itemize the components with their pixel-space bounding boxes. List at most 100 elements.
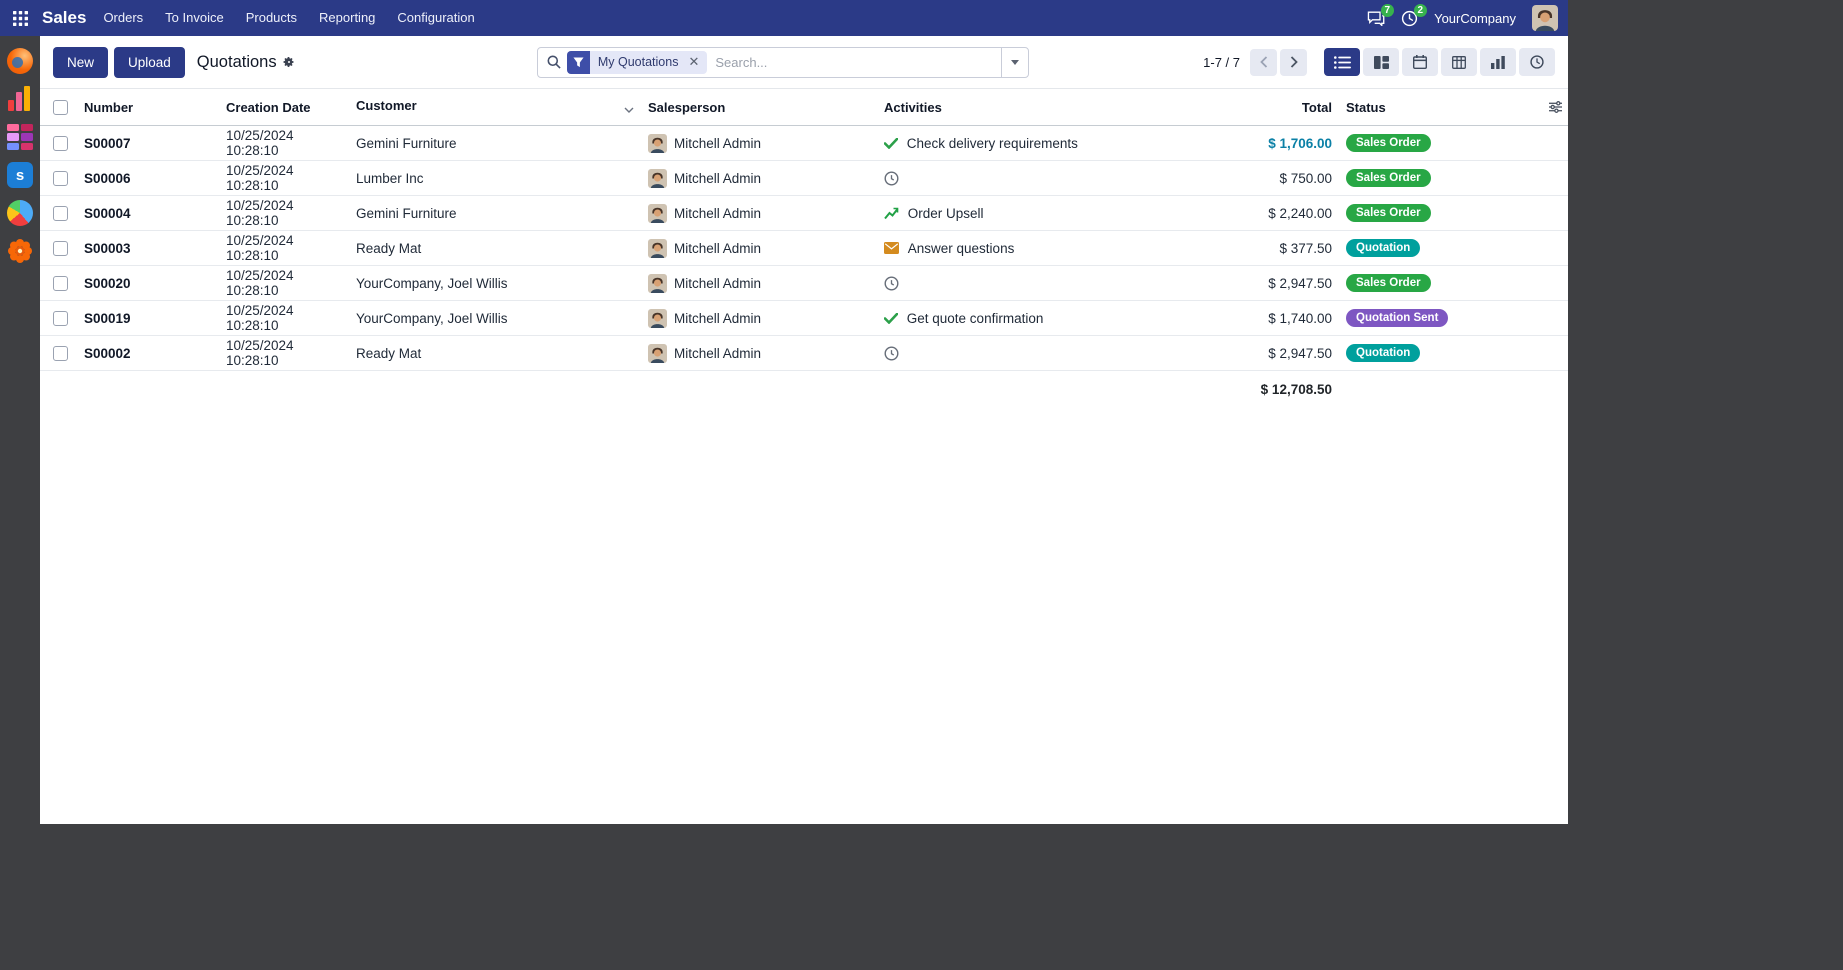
activity-cell[interactable]	[878, 161, 1104, 196]
user-avatar[interactable]	[1532, 5, 1558, 31]
number-cell[interactable]: S00020	[78, 266, 220, 301]
messages-icon[interactable]: 7	[1367, 10, 1385, 26]
upload-button[interactable]: Upload	[114, 47, 185, 78]
column-header-status[interactable]: Status	[1340, 89, 1540, 126]
status-cell[interactable]: Quotation	[1340, 231, 1540, 266]
pie-chart-app-icon[interactable]	[7, 200, 33, 226]
menu-to-invoice[interactable]: To Invoice	[154, 0, 235, 36]
select-all-checkbox[interactable]	[53, 100, 68, 115]
number-cell[interactable]: S00007	[78, 126, 220, 161]
company-name[interactable]: YourCompany	[1434, 11, 1516, 26]
row-checkbox[interactable]	[53, 206, 68, 221]
row-checkbox[interactable]	[53, 241, 68, 256]
customer-cell[interactable]: Gemini Furniture	[350, 196, 642, 231]
total-cell[interactable]: $ 750.00	[1104, 161, 1340, 196]
total-cell[interactable]: $ 377.50	[1104, 231, 1340, 266]
view-switch-activity-icon[interactable]	[1519, 48, 1555, 76]
total-cell[interactable]: $ 2,240.00	[1104, 196, 1340, 231]
view-switch-pivot-icon[interactable]	[1441, 48, 1477, 76]
creation-date-cell[interactable]: 10/25/2024 10:28:10	[220, 266, 350, 301]
color-blocks-app-icon[interactable]	[7, 124, 33, 150]
table-row[interactable]: S00004 10/25/2024 10:28:10 Gemini Furnit…	[40, 196, 1568, 231]
activities-clock-icon[interactable]: 2	[1401, 10, 1418, 27]
view-switch-graph-icon[interactable]	[1480, 48, 1516, 76]
status-cell[interactable]: Sales Order	[1340, 266, 1540, 301]
salesperson-cell[interactable]: Mitchell Admin	[642, 266, 878, 301]
row-checkbox[interactable]	[53, 136, 68, 151]
number-cell[interactable]: S00002	[78, 336, 220, 371]
activity-cell[interactable]: Check delivery requirements	[878, 126, 1104, 161]
number-cell[interactable]: S00004	[78, 196, 220, 231]
table-row[interactable]: S00007 10/25/2024 10:28:10 Gemini Furnit…	[40, 126, 1568, 161]
creation-date-cell[interactable]: 10/25/2024 10:28:10	[220, 196, 350, 231]
view-switch-list-icon[interactable]	[1324, 48, 1360, 76]
flower-app-icon[interactable]	[7, 238, 33, 264]
activity-cell[interactable]: Get quote confirmation	[878, 301, 1104, 336]
column-header-creation-date[interactable]: Creation Date	[220, 89, 350, 126]
menu-products[interactable]: Products	[235, 0, 308, 36]
total-cell[interactable]: $ 1,706.00	[1104, 126, 1340, 161]
status-cell[interactable]: Sales Order	[1340, 126, 1540, 161]
status-cell[interactable]: Sales Order	[1340, 196, 1540, 231]
pager-previous-button[interactable]	[1250, 49, 1277, 76]
number-cell[interactable]: S00006	[78, 161, 220, 196]
creation-date-cell[interactable]: 10/25/2024 10:28:10	[220, 301, 350, 336]
optional-columns-cell[interactable]	[1540, 89, 1568, 126]
total-cell[interactable]: $ 2,947.50	[1104, 336, 1340, 371]
customer-cell[interactable]: Lumber Inc	[350, 161, 642, 196]
menu-orders[interactable]: Orders	[92, 0, 154, 36]
table-row[interactable]: S00002 10/25/2024 10:28:10 Ready Mat Mit…	[40, 336, 1568, 371]
select-all-checkbox-cell[interactable]	[40, 89, 78, 126]
table-row[interactable]: S00019 10/25/2024 10:28:10 YourCompany, …	[40, 301, 1568, 336]
activity-cell[interactable]	[878, 336, 1104, 371]
customer-cell[interactable]: Gemini Furniture	[350, 126, 642, 161]
creation-date-cell[interactable]: 10/25/2024 10:28:10	[220, 126, 350, 161]
customer-cell[interactable]: Ready Mat	[350, 231, 642, 266]
search-dropdown-caret[interactable]	[1001, 48, 1028, 77]
column-header-activities[interactable]: Activities	[878, 89, 1104, 126]
facet-remove-icon[interactable]: ✕	[686, 51, 707, 74]
customer-cell[interactable]: YourCompany, Joel Willis	[350, 301, 642, 336]
browser-icon[interactable]	[7, 48, 33, 74]
row-checkbox[interactable]	[53, 346, 68, 361]
customer-cell[interactable]: YourCompany, Joel Willis	[350, 266, 642, 301]
salesperson-cell[interactable]: Mitchell Admin	[642, 231, 878, 266]
search-bar[interactable]: My Quotations ✕	[537, 47, 1029, 78]
search-input[interactable]	[707, 55, 1001, 70]
row-checkbox[interactable]	[53, 311, 68, 326]
app-name[interactable]: Sales	[42, 8, 86, 28]
salesperson-cell[interactable]: Mitchell Admin	[642, 301, 878, 336]
salesperson-cell[interactable]: Mitchell Admin	[642, 126, 878, 161]
number-cell[interactable]: S00019	[78, 301, 220, 336]
total-cell[interactable]: $ 2,947.50	[1104, 266, 1340, 301]
column-header-customer[interactable]: Customer	[350, 89, 642, 126]
status-cell[interactable]: Sales Order	[1340, 161, 1540, 196]
view-switch-kanban-icon[interactable]	[1363, 48, 1399, 76]
new-button[interactable]: New	[53, 47, 108, 78]
creation-date-cell[interactable]: 10/25/2024 10:28:10	[220, 231, 350, 266]
column-header-salesperson[interactable]: Salesperson	[642, 89, 878, 126]
status-cell[interactable]: Quotation	[1340, 336, 1540, 371]
status-cell[interactable]: Quotation Sent	[1340, 301, 1540, 336]
activity-cell[interactable]: Order Upsell	[878, 196, 1104, 231]
row-checkbox[interactable]	[53, 171, 68, 186]
column-header-number[interactable]: Number	[78, 89, 220, 126]
action-gear-icon[interactable]	[283, 56, 295, 68]
menu-reporting[interactable]: Reporting	[308, 0, 386, 36]
creation-date-cell[interactable]: 10/25/2024 10:28:10	[220, 161, 350, 196]
table-row[interactable]: S00006 10/25/2024 10:28:10 Lumber Inc Mi…	[40, 161, 1568, 196]
activity-cell[interactable]	[878, 266, 1104, 301]
total-cell[interactable]: $ 1,740.00	[1104, 301, 1340, 336]
salesperson-cell[interactable]: Mitchell Admin	[642, 161, 878, 196]
search-facet[interactable]: My Quotations ✕	[567, 51, 708, 74]
creation-date-cell[interactable]: 10/25/2024 10:28:10	[220, 336, 350, 371]
optional-columns-icon[interactable]	[1546, 101, 1562, 113]
column-header-total[interactable]: Total	[1104, 89, 1340, 126]
salesperson-cell[interactable]: Mitchell Admin	[642, 336, 878, 371]
apps-grid-icon[interactable]	[6, 4, 34, 32]
menu-configuration[interactable]: Configuration	[386, 0, 485, 36]
letter-s-app-icon[interactable]: s	[7, 162, 33, 188]
salesperson-cell[interactable]: Mitchell Admin	[642, 196, 878, 231]
pager-next-button[interactable]	[1280, 49, 1307, 76]
view-switch-calendar-icon[interactable]	[1402, 48, 1438, 76]
